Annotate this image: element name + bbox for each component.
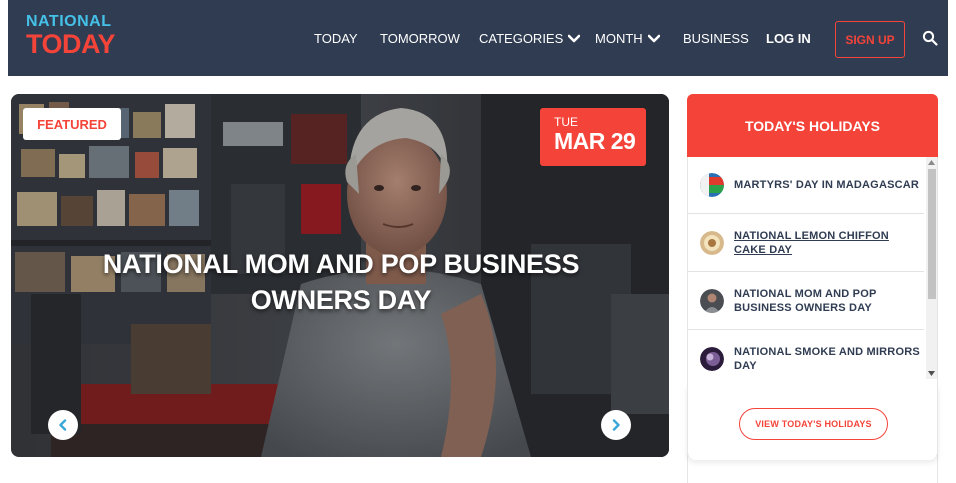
chevron-left-icon [59,419,67,431]
shop-owner-thumbnail [700,289,724,313]
holiday-label: NATIONAL SMOKE AND MIRRORS DAY [734,346,920,372]
logo-line-national: NATIONAL [26,13,112,30]
chevron-down-icon [647,34,660,42]
date-day-of-week: TUE [554,115,578,129]
nav-categories-label: CATEGORIES [479,31,564,46]
site-header: NATIONAL TODAY TODAY TOMORROW CATEGORIES… [8,0,948,76]
chevron-down-icon [568,34,581,42]
nav-month-label: MONTH [595,31,643,46]
search-icon[interactable] [922,30,938,46]
holiday-label: NATIONAL LEMON CHIFFON CAKE DAY [734,230,889,256]
signup-button[interactable]: SIGN UP [835,21,905,58]
holiday-item[interactable]: NATIONAL MOM AND POP BUSINESS OWNERS DAY [688,273,924,330]
scrollbar-thumb[interactable] [928,169,936,299]
chevron-right-icon [612,419,620,431]
hero-title[interactable]: NATIONAL MOM AND POP BUSINESS OWNERS DAY [41,246,641,318]
login-link[interactable]: LOG IN [766,31,811,46]
scroll-down-arrow-icon[interactable] [926,368,937,379]
nav-month[interactable]: MONTH [595,31,660,46]
date-month-day: MAR 29 [554,128,636,154]
nav-today[interactable]: TODAY [314,31,358,46]
holiday-panel-footer: VIEW TODAY'S HOLIDAYS [687,385,938,460]
nav-business[interactable]: BUSINESS [683,31,749,46]
holiday-label: NATIONAL MOM AND POP BUSINESS OWNERS DAY [734,288,877,314]
scroll-up-arrow-icon[interactable] [926,157,937,168]
carousel-prev-button[interactable] [48,410,78,440]
madagascar-flag-thumbnail [700,173,724,197]
holiday-item[interactable]: NATIONAL SMOKE AND MIRRORS DAY [688,331,924,388]
smoke-thumbnail [700,347,724,371]
date-badge: TUE MAR 29 [540,108,646,166]
nav-tomorrow[interactable]: TOMORROW [380,31,460,46]
cake-thumbnail [700,231,724,255]
featured-hero[interactable]: FEATURED TUE MAR 29 NATIONAL MOM AND POP… [11,94,669,457]
carousel-next-button[interactable] [601,410,631,440]
holiday-item[interactable]: NATIONAL LEMON CHIFFON CAKE DAY [688,215,924,272]
todays-holidays-heading: TODAY'S HOLIDAYS [687,94,938,157]
site-logo[interactable]: NATIONAL TODAY [26,14,116,64]
holiday-item[interactable]: MARTYRS' DAY IN MADAGASCAR [688,157,924,214]
nav-categories[interactable]: CATEGORIES [479,31,581,46]
view-todays-holidays-button[interactable]: VIEW TODAY'S HOLIDAYS [739,408,888,440]
featured-badge: FEATURED [23,108,121,140]
todays-holidays-panel: TODAY'S HOLIDAYS MARTYRS' DAY IN MADAGAS… [687,94,938,483]
logo-line-today: TODAY [26,29,116,59]
holiday-label: MARTYRS' DAY IN MADAGASCAR [734,179,920,191]
